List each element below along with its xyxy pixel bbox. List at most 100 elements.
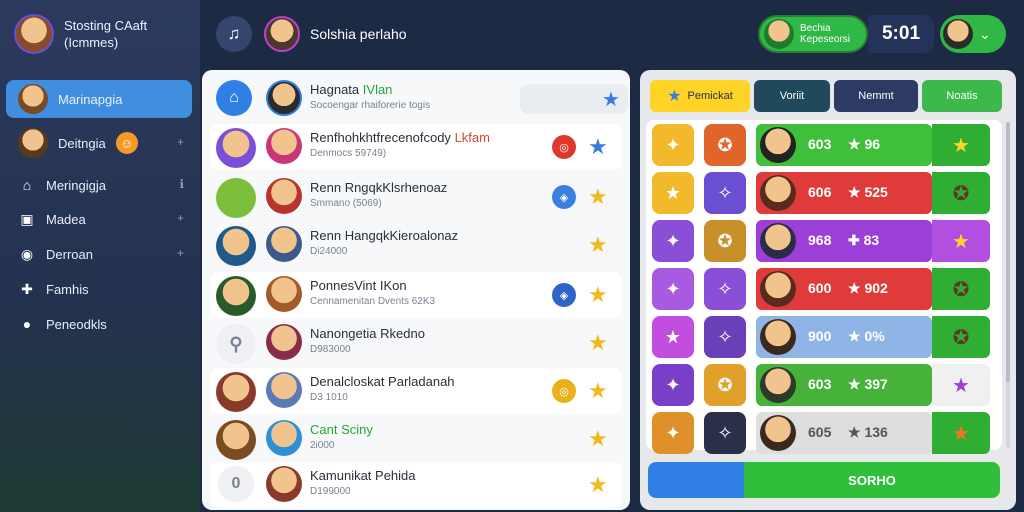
tab-voriit[interactable]: Voriit [754,80,830,112]
sidebar-item-meringigja[interactable]: ⌂ Meringigja ℹ [6,166,192,204]
star-button[interactable]: ★ [932,124,990,166]
row-title: Renfhohkhtfrecenofcody [310,130,451,145]
action-button[interactable]: SORHO [648,462,1000,498]
music-icon[interactable]: ♫ [216,16,252,52]
score-bar: 603 ★ 397 [756,364,932,406]
leaderboard-row[interactable]: ✦ ✪ 603 ★ 96 ★ [646,122,1002,168]
list-item[interactable]: PonnesVint IKon Cennamenitan Dvents 62K3… [210,272,622,318]
score: 605 [808,424,832,440]
item-icon: ✧ [704,172,746,214]
sidebar-item-label: Madea [46,211,86,227]
score: 968 [808,232,832,248]
row-title: Cant Sciny [310,422,373,437]
avatar [266,80,302,116]
star-button[interactable]: ★ [932,364,990,406]
item-icon: ✧ [704,412,746,454]
avatar [760,271,796,307]
sidebar-item-deitngia[interactable]: Deitngia ☺ + [6,124,192,162]
sidebar-nav: Marinapgia Deitngia ☺ + ⌂ Meringigja ℹ ▣… [0,80,200,343]
badge-button[interactable]: ✪ [932,268,990,310]
list-item[interactable]: Renn HangqkKieroalonaz Di24000 ★ [210,222,622,268]
list-item[interactable]: Renn RngqkKlsrhenoaz Smmano (5069) ◈ ★ [210,174,622,220]
plus-icon[interactable]: + [177,211,184,225]
list-item[interactable]: Cant Sciny 2i000 ★ [210,416,622,462]
leaderboard-row[interactable]: ✦ ✧ 605 ★ 136 ★ [646,410,1002,456]
item-icon: ★ [652,172,694,214]
list-item[interactable]: 0 Kamunikat Pehida D199000 ★ [210,462,622,508]
tv-icon: ▣ [20,210,34,227]
star-icon[interactable]: ★ [602,87,620,112]
avatar [760,415,796,451]
avatar [266,372,302,408]
row-title-highlight: Lkfam [454,130,490,145]
coin-pill[interactable]: Bechia Kepeseorsi [758,15,868,53]
sidebar-item-madea[interactable]: ▣ Madea + [6,200,192,238]
item-icon: ✦ [652,364,694,406]
shield-button[interactable]: ✪ [932,172,990,214]
avatar [266,276,302,312]
leaderboard-row[interactable]: ★ ✧ 900 ★ 0% ✪ [646,314,1002,360]
item-icon: ✪ [704,124,746,166]
avatar [216,420,256,460]
list-item[interactable]: Denalcloskat Parladanah D3 1010 ◎ ★ [210,368,622,414]
score: 900 [808,328,832,344]
action-button-label[interactable]: SORHO [744,462,1000,498]
profile-name: Stosting CAaft [64,18,148,33]
sidebar-item-famhis[interactable]: ✚ Famhis [6,270,192,308]
star-button[interactable]: ★ [932,220,990,262]
score-bar: 603 ★ 96 [756,124,932,166]
avatar [216,226,256,266]
item-icon: ✧ [704,268,746,310]
leaderboard-row[interactable]: ✦ ✪ 603 ★ 397 ★ [646,362,1002,408]
star-icon[interactable]: ★ [588,184,608,210]
leaderboard-row[interactable]: ★ ✧ 606 ★ 525 ✪ [646,170,1002,216]
plus-icon[interactable]: + [177,246,184,260]
action-button-left[interactable] [648,462,744,498]
avatar [216,276,256,316]
avatar [216,178,256,218]
profile[interactable]: Stosting CAaft (Icmmes) [14,14,147,54]
filter-pill[interactable]: ★ [520,84,628,114]
item-icon: ★ [652,316,694,358]
score: 600 [808,280,832,296]
plus-icon[interactable]: + [177,135,184,149]
tab-nemmt[interactable]: Nemmt [834,80,918,112]
status-badge: ◈ [552,185,576,209]
star-icon: ★ [667,88,682,105]
header-user[interactable]: Solshia perlaho [264,16,407,52]
timer: 5:01 [868,15,934,53]
scrollbar-thumb[interactable] [1006,122,1010,382]
badge-button[interactable]: ✪ [932,316,990,358]
leaderboard-row[interactable]: ✦ ✪ 968 ✚ 83 ★ [646,218,1002,264]
sidebar-item-peneodkls[interactable]: ● Peneodkls [6,305,192,343]
star-icon[interactable]: ★ [588,282,608,308]
row-title: Denalcloskat Parladanah [310,374,455,389]
row-subtitle: D3 1010 [310,392,348,403]
value: ✚ 83 [848,232,880,248]
star-icon[interactable]: ★ [588,426,608,452]
list-item[interactable]: ⌂ Hagnata IVlan Socoengar rhaiforerie to… [210,76,628,122]
row-subtitle-extra: 62K3 [411,296,436,307]
star-icon[interactable]: ★ [588,330,608,356]
score-bar: 900 ★ 0% [756,316,932,358]
row-subtitle: Socoengar rhaiforerie togis [310,100,431,111]
avatar [266,178,302,214]
tab-noatis[interactable]: Noatis [922,80,1002,112]
account-menu[interactable]: ⌄ [940,15,1006,53]
sidebar-item-marinapgia[interactable]: Marinapgia [6,80,192,118]
star-icon[interactable]: ★ [588,378,608,404]
star-icon[interactable]: ★ [588,232,608,258]
item-icon: ✦ [652,220,694,262]
star-button[interactable]: ★ [932,412,990,454]
pin-icon[interactable]: ℹ [179,177,184,191]
star-icon[interactable]: ★ [588,472,608,498]
tab-pemickat[interactable]: ★ Pemickat [650,80,750,112]
row-subtitle: Cennamenitan Dvents [310,296,409,307]
row-title: Renn RngqkKlsrhenoaz [310,180,448,195]
list-item[interactable]: Renfhohkhtfrecenofcody Lkfam Denmocs 597… [210,124,622,170]
leaderboard-row[interactable]: ✦ ✧ 600 ★ 902 ✪ [646,266,1002,312]
sidebar-item-derroan[interactable]: ◉ Derroan + [6,235,192,273]
star-icon[interactable]: ★ [588,134,608,160]
list-item[interactable]: ⚲ Nanongetia Rkedno D983000 ★ [210,320,622,366]
avatar [760,367,796,403]
